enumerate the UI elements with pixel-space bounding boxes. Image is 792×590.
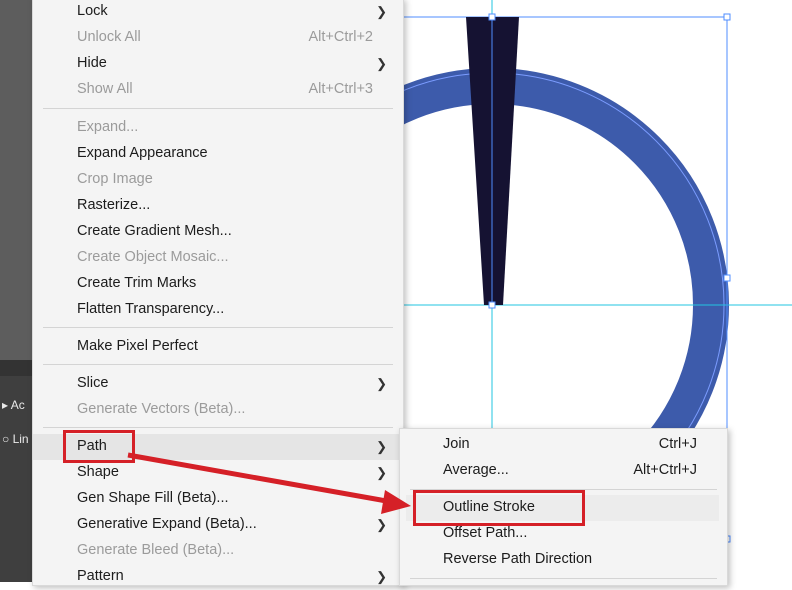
- annotation-arrow-icon: [127, 452, 411, 514]
